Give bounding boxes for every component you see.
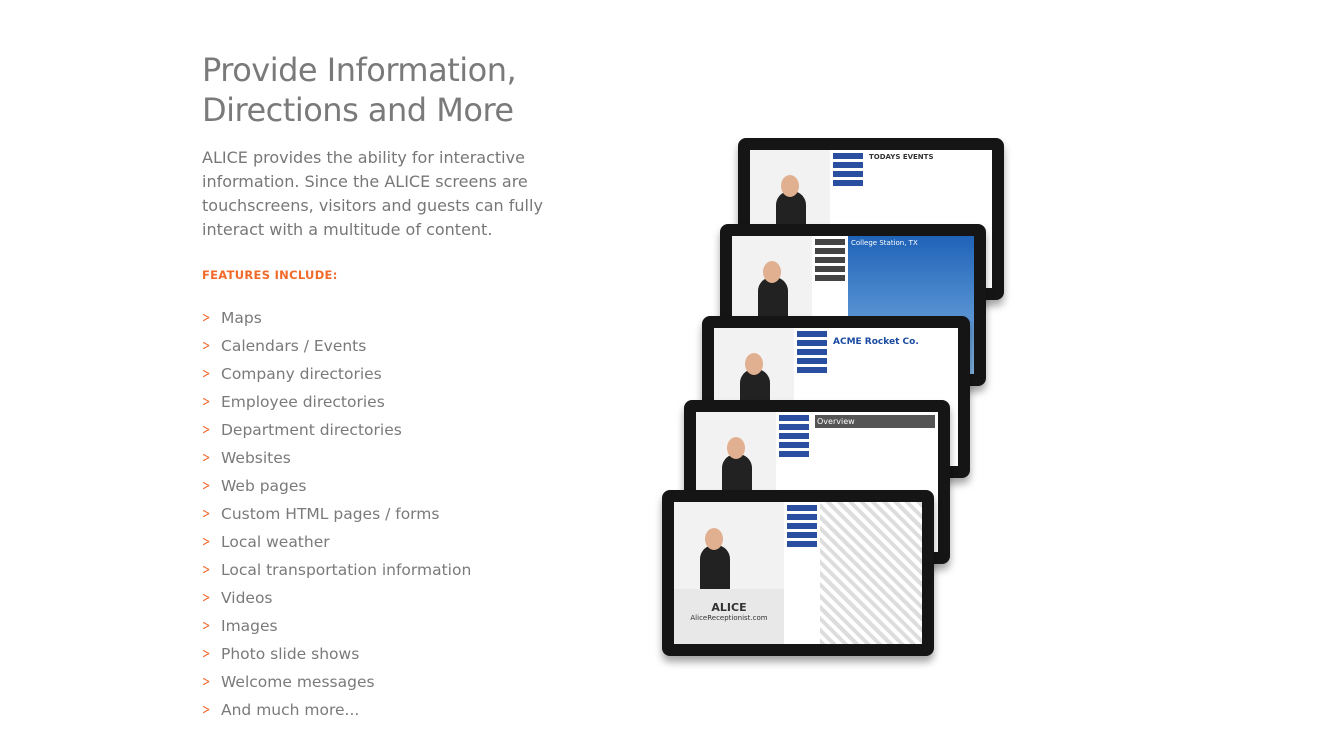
tablets-image: TODAYS EVENTS College Station, TX ACME R… bbox=[650, 130, 1030, 670]
feature-label: Welcome messages bbox=[221, 673, 375, 691]
acme-logo: ACME Rocket Co. bbox=[833, 337, 919, 347]
chevron-right-icon: > bbox=[202, 450, 211, 466]
feature-item: > Employee directories bbox=[202, 388, 562, 416]
feature-item: > Images bbox=[202, 612, 562, 640]
feature-item: > Department directories bbox=[202, 416, 562, 444]
feature-label: Department directories bbox=[221, 421, 402, 439]
feature-item: > Web pages bbox=[202, 472, 562, 500]
feature-label: Local weather bbox=[221, 533, 330, 551]
chevron-right-icon: > bbox=[202, 422, 211, 438]
chevron-right-icon: > bbox=[202, 702, 211, 718]
feature-item: > Company directories bbox=[202, 360, 562, 388]
chevron-right-icon: > bbox=[202, 646, 211, 662]
page-title: Provide Information, Directions and More bbox=[202, 50, 562, 130]
feature-item: > Websites bbox=[202, 444, 562, 472]
title-line-2: Directions and More bbox=[202, 91, 514, 129]
chevron-right-icon: > bbox=[202, 674, 211, 690]
feature-item: > And much more... bbox=[202, 696, 562, 724]
tablet-map: ALICE AliceReceptionist.com bbox=[662, 490, 934, 656]
logo-url: AliceReceptionist.com bbox=[690, 614, 768, 622]
overview-header: Overview bbox=[815, 415, 935, 428]
feature-item: > Local weather bbox=[202, 528, 562, 556]
feature-label: Videos bbox=[221, 589, 273, 607]
chevron-right-icon: > bbox=[202, 394, 211, 410]
feature-item: > Videos bbox=[202, 584, 562, 612]
feature-label: And much more... bbox=[221, 701, 360, 719]
chevron-right-icon: > bbox=[202, 478, 211, 494]
feature-label: Maps bbox=[221, 309, 262, 327]
chevron-right-icon: > bbox=[202, 590, 211, 606]
events-title: TODAYS EVENTS bbox=[869, 153, 934, 161]
feature-label: Web pages bbox=[221, 477, 307, 495]
feature-label: Custom HTML pages / forms bbox=[221, 505, 440, 523]
feature-label: Websites bbox=[221, 449, 291, 467]
title-line-1: Provide Information, bbox=[202, 51, 517, 89]
feature-label: Images bbox=[221, 617, 278, 635]
feature-item: > Photo slide shows bbox=[202, 640, 562, 668]
chevron-right-icon: > bbox=[202, 366, 211, 382]
feature-item: > Welcome messages bbox=[202, 668, 562, 696]
chevron-right-icon: > bbox=[202, 562, 211, 578]
chevron-right-icon: > bbox=[202, 534, 211, 550]
chevron-right-icon: > bbox=[202, 618, 211, 634]
feature-item: > Custom HTML pages / forms bbox=[202, 500, 562, 528]
features-section: Provide Information, Directions and More … bbox=[202, 50, 562, 724]
feature-label: Employee directories bbox=[221, 393, 385, 411]
feature-label: Company directories bbox=[221, 365, 382, 383]
features-list: > Maps > Calendars / Events > Company directo… bbox=[202, 304, 562, 724]
chevron-right-icon: > bbox=[202, 338, 211, 354]
chevron-right-icon: > bbox=[202, 310, 211, 326]
feature-item: > Local transportation information bbox=[202, 556, 562, 584]
feature-label: Local transportation information bbox=[221, 561, 472, 579]
features-label: FEATURES INCLUDE: bbox=[202, 268, 338, 282]
alice-logo: ALICE AliceReceptionist.com bbox=[674, 589, 784, 644]
feature-item: > Maps bbox=[202, 304, 562, 332]
intro-text: ALICE provides the ability for interacti… bbox=[202, 148, 543, 239]
feature-label: Calendars / Events bbox=[221, 337, 367, 355]
feature-item: > Calendars / Events bbox=[202, 332, 562, 360]
feature-label: Photo slide shows bbox=[221, 645, 360, 663]
chevron-right-icon: > bbox=[202, 506, 211, 522]
